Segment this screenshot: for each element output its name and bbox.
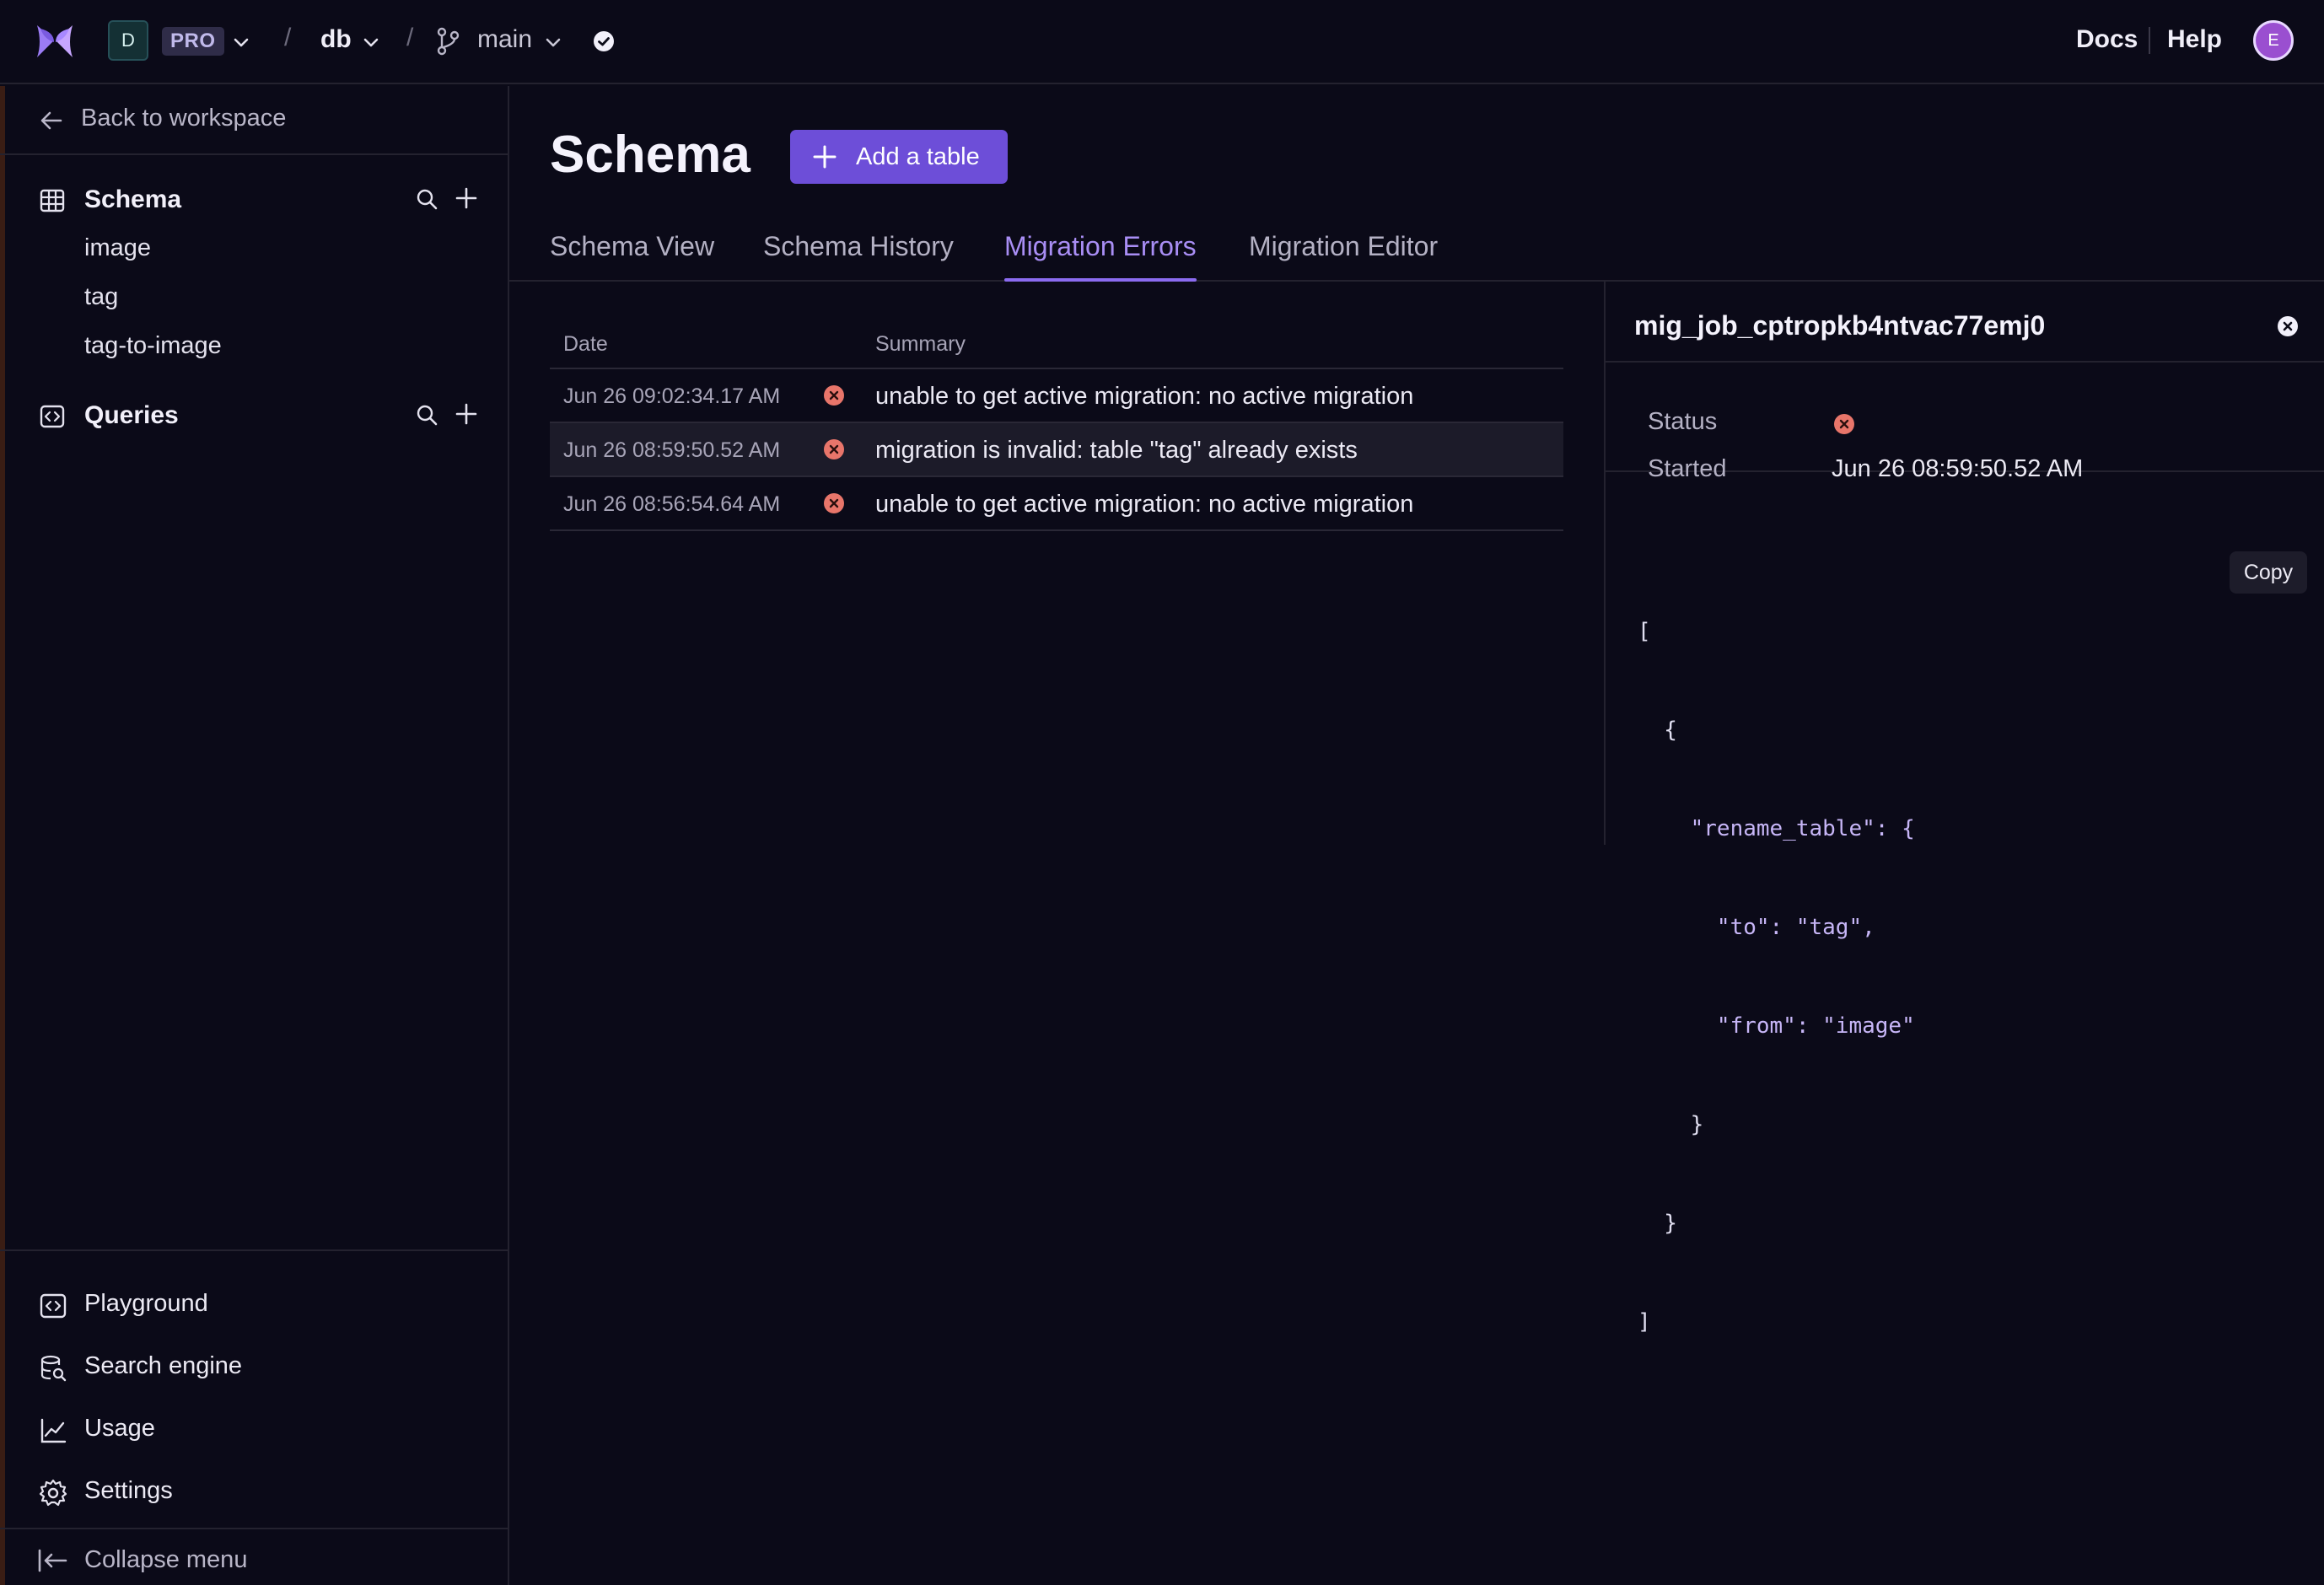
row-summary: unable to get active migration: no activ… [875, 383, 1414, 410]
code-box-icon [40, 405, 65, 428]
sidebar-item-settings[interactable]: Settings [0, 1467, 508, 1518]
status-label: Status [1648, 408, 1718, 435]
git-branch-icon [437, 27, 460, 56]
workspace-badge[interactable]: D [108, 20, 148, 61]
code-line: } [1638, 1112, 1704, 1137]
chevron-down-icon[interactable] [543, 32, 563, 52]
migration-detail-panel: mig_job_cptropkb4ntvac77emj0 Status Star… [1604, 282, 2324, 1335]
breadcrumb-separator: / [406, 24, 414, 51]
butterfly-logo-icon[interactable] [34, 20, 76, 62]
row-summary: migration is invalid: table "tag" alread… [875, 437, 1358, 464]
search-icon[interactable] [415, 187, 438, 211]
column-header-summary: Summary [875, 332, 966, 356]
breadcrumb-database[interactable]: db [320, 25, 352, 54]
error-status-icon [824, 439, 844, 459]
nav-label: Settings [84, 1477, 173, 1504]
error-status-icon [1834, 414, 1854, 434]
sidebar-section-queries[interactable]: Queries [0, 395, 508, 437]
table-row[interactable]: Jun 26 09:02:34.17 AM unable to get acti… [550, 369, 1563, 423]
section-label: Queries [84, 401, 179, 429]
avatar[interactable]: E [2253, 20, 2294, 61]
code-box-icon [40, 1293, 67, 1319]
collapse-label: Collapse menu [84, 1546, 248, 1573]
panel-header: mig_job_cptropkb4ntvac77emj0 [1606, 282, 2324, 363]
column-header-date: Date [563, 332, 608, 356]
code-line: { [1638, 717, 1677, 743]
chart-line-icon [40, 1418, 67, 1443]
row-date: Jun 26 09:02:34.17 AM [563, 384, 781, 408]
nav-label: Usage [84, 1415, 155, 1442]
copy-button[interactable]: Copy [2230, 551, 2307, 594]
link-divider [2149, 27, 2150, 54]
code-line: ] [1638, 1309, 1651, 1335]
tab-schema-view[interactable]: Schema View [550, 231, 714, 280]
code-line: "rename_table": { [1638, 816, 1915, 841]
table-row[interactable]: Jun 26 08:59:50.52 AM migration is inval… [550, 423, 1563, 477]
plus-icon[interactable] [454, 401, 479, 427]
plus-icon[interactable] [454, 185, 479, 211]
chevron-down-icon[interactable] [231, 32, 251, 52]
tab-bar: Schema View Schema History Migration Err… [509, 221, 2324, 282]
breadcrumb-branch[interactable]: main [477, 25, 532, 54]
table-row[interactable]: Jun 26 08:56:54.64 AM unable to get acti… [550, 477, 1563, 531]
error-status-icon [824, 493, 844, 513]
panel-meta: Status Started Jun 26 08:59:50.52 AM [1606, 363, 2324, 482]
db-search-icon [40, 1355, 67, 1382]
plus-icon [813, 145, 837, 169]
nav-label: Playground [84, 1290, 208, 1317]
sidebar-item-table[interactable]: tag-to-image [84, 332, 222, 360]
row-date: Jun 26 08:59:50.52 AM [563, 438, 781, 462]
close-icon[interactable] [2277, 315, 2299, 337]
tab-migration-editor[interactable]: Migration Editor [1249, 231, 1438, 280]
started-value: Jun 26 08:59:50.52 AM [1832, 455, 2084, 482]
migration-errors-table: Date Summary Jun 26 09:02:34.17 AM unabl… [550, 325, 1563, 531]
panel-title: mig_job_cptropkb4ntvac77emj0 [1634, 310, 2046, 341]
table-header: Date Summary [550, 325, 1563, 369]
search-icon[interactable] [415, 403, 438, 427]
row-summary: unable to get active migration: no activ… [875, 491, 1414, 518]
nav-label: Search engine [84, 1352, 243, 1379]
sidebar: Back to workspace Schema image tag tag-t… [0, 86, 509, 1585]
code-line: "from": "image" [1638, 1013, 1915, 1039]
sidebar-item-playground[interactable]: Playground [0, 1280, 508, 1330]
section-label: Schema [84, 185, 182, 213]
sidebar-item-table[interactable]: tag [84, 283, 118, 311]
plan-badge: PRO [162, 27, 224, 56]
migration-code-block: [ { "rename_table": { "to": "tag", "from… [1638, 550, 1915, 1405]
breadcrumb-separator: / [284, 24, 292, 51]
add-table-button[interactable]: Add a table [790, 130, 1008, 184]
arrow-left-icon [40, 111, 62, 130]
error-status-icon [824, 385, 844, 406]
chevron-down-icon[interactable] [361, 32, 381, 52]
tab-migration-errors[interactable]: Migration Errors [1004, 231, 1197, 282]
sidebar-item-search-engine[interactable]: Search engine [0, 1342, 508, 1393]
top-bar: D PRO / db / main Docs Help E [0, 0, 2324, 84]
docs-link[interactable]: Docs [2076, 25, 2138, 54]
add-table-label: Add a table [856, 142, 980, 170]
page-title: Schema [550, 126, 750, 184]
sidebar-item-table[interactable]: image [84, 234, 151, 262]
code-line: [ [1638, 619, 1651, 644]
check-circle-icon [594, 31, 614, 51]
gear-icon [39, 1479, 67, 1507]
sidebar-section-schema[interactable]: Schema [0, 179, 508, 221]
code-line: "to": "tag", [1638, 915, 1875, 940]
row-date: Jun 26 08:56:54.64 AM [563, 492, 781, 516]
sidebar-item-usage[interactable]: Usage [0, 1405, 508, 1455]
tab-schema-history[interactable]: Schema History [763, 231, 954, 280]
help-link[interactable]: Help [2167, 25, 2222, 54]
back-to-workspace-link[interactable]: Back to workspace [0, 86, 508, 155]
code-line: } [1638, 1211, 1677, 1236]
collapse-arrow-icon [38, 1549, 67, 1572]
collapse-menu-button[interactable]: Collapse menu [0, 1528, 508, 1585]
sidebar-bottom-nav: Playground Search engine Usage Settings [0, 1249, 508, 1507]
started-label: Started [1648, 455, 1727, 482]
back-label: Back to workspace [81, 105, 287, 132]
table-grid-icon [40, 189, 65, 212]
